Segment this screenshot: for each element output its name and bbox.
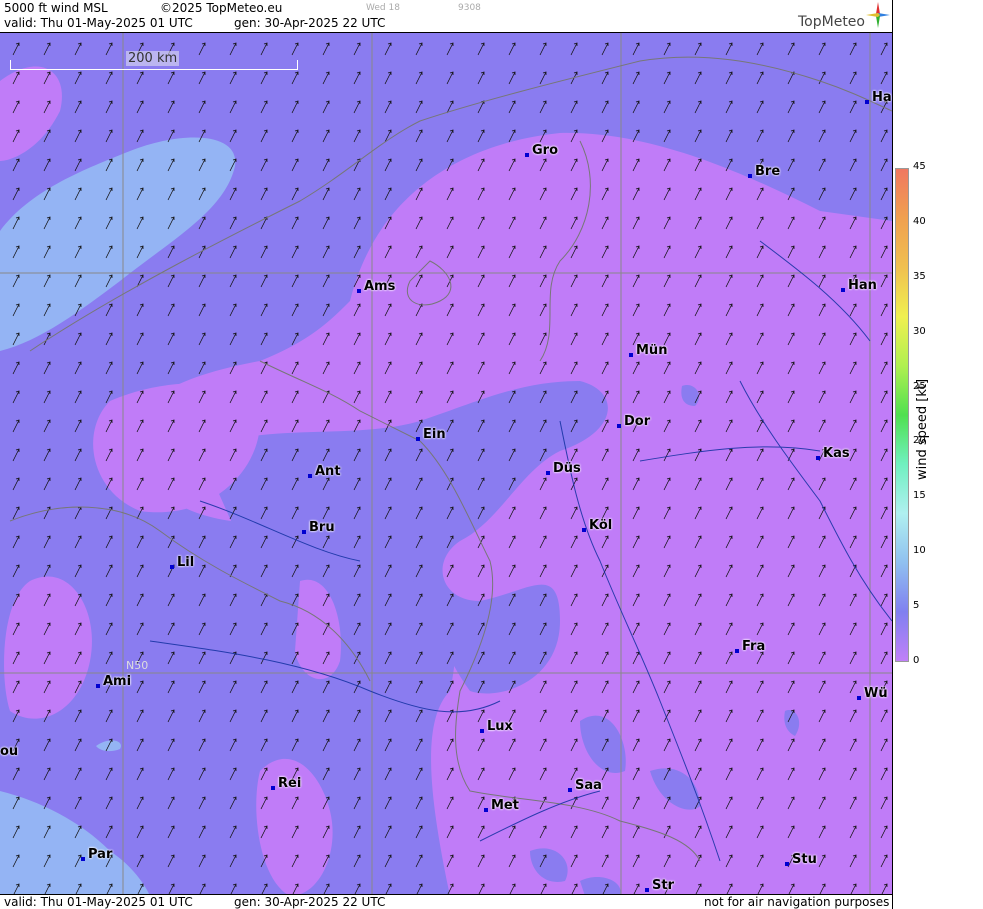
city-label: Düs <box>546 461 581 476</box>
compass-logo-icon <box>866 2 890 28</box>
city-label: Kas <box>816 446 850 461</box>
city-label: Ha <box>865 90 892 105</box>
city-label: Stu <box>785 852 817 867</box>
colorbar-tick-label: 40 <box>913 215 926 227</box>
colorbar-tick-label: 10 <box>913 545 926 557</box>
latitude-label: N50 <box>126 659 149 672</box>
colorbar-tick-label: 35 <box>913 270 926 282</box>
city-label: Köl <box>582 518 612 533</box>
city-label: ou <box>0 744 19 759</box>
city-label: Lux <box>480 719 513 734</box>
city-label: Bru <box>302 520 335 535</box>
topmeteo-logo: TopMeteo <box>798 14 865 30</box>
colorbar-tick-label: 15 <box>913 490 926 502</box>
city-label: Mün <box>629 343 667 358</box>
city-label: Wü <box>857 686 888 701</box>
city-label: Lil <box>170 555 194 570</box>
footer-valid-time: valid: Thu 01-May-2025 01 UTC <box>4 895 193 909</box>
city-label: Met <box>484 798 519 813</box>
colorbar-tick-label: 45 <box>913 161 926 172</box>
city-label: Rei <box>271 776 301 791</box>
colorbar-tick-label: 0 <box>913 655 920 666</box>
copyright-text: ©2025 TopMeteo.eu <box>160 1 283 15</box>
faint-label: Wed 18 <box>366 3 400 13</box>
legend-panel: 45 40 35 30 25 20 15 10 5 0 wind speed [kt] <box>892 0 983 909</box>
colorbar-tick-label: 5 <box>913 600 920 612</box>
city-label: Saa <box>568 778 602 793</box>
city-label: Dor <box>617 414 650 429</box>
city-label: Ami <box>96 674 131 689</box>
scale-label: 200 km <box>126 51 180 66</box>
city-label: Ant <box>308 464 341 479</box>
navigation-disclaimer: not for air navigation purposes <box>704 895 890 909</box>
city-label: Par <box>81 847 112 862</box>
city-label: Han <box>841 278 877 293</box>
footer-generation-time: gen: 30-Apr-2025 22 UTC <box>234 895 386 909</box>
city-label: Gro <box>525 143 558 158</box>
generation-time: gen: 30-Apr-2025 22 UTC <box>234 16 386 30</box>
footer-bar: valid: Thu 01-May-2025 01 UTC gen: 30-Ap… <box>0 895 892 909</box>
city-label: Fra <box>735 639 765 654</box>
faint-label: 9308 <box>458 3 481 13</box>
header-bar: 5000 ft wind MSL ©2025 TopMeteo.eu Wed 1… <box>0 0 892 32</box>
colorbar-tick-label: 30 <box>913 325 926 337</box>
colorbar-axis-label: wind speed [kt] <box>915 378 930 480</box>
wind-field <box>0 33 892 894</box>
city-label: Str <box>645 878 674 893</box>
city-label: Bre <box>748 164 780 179</box>
city-label: Ein <box>416 427 446 442</box>
valid-time: valid: Thu 01-May-2025 01 UTC <box>4 16 193 30</box>
wind-map[interactable]: 200 km N50 Ha Gro Bre Ams Han Mün Ein Do… <box>0 32 892 895</box>
city-label: Ams <box>357 279 395 294</box>
map-title: 5000 ft wind MSL <box>4 1 108 15</box>
wind-speed-colorbar <box>895 168 909 662</box>
